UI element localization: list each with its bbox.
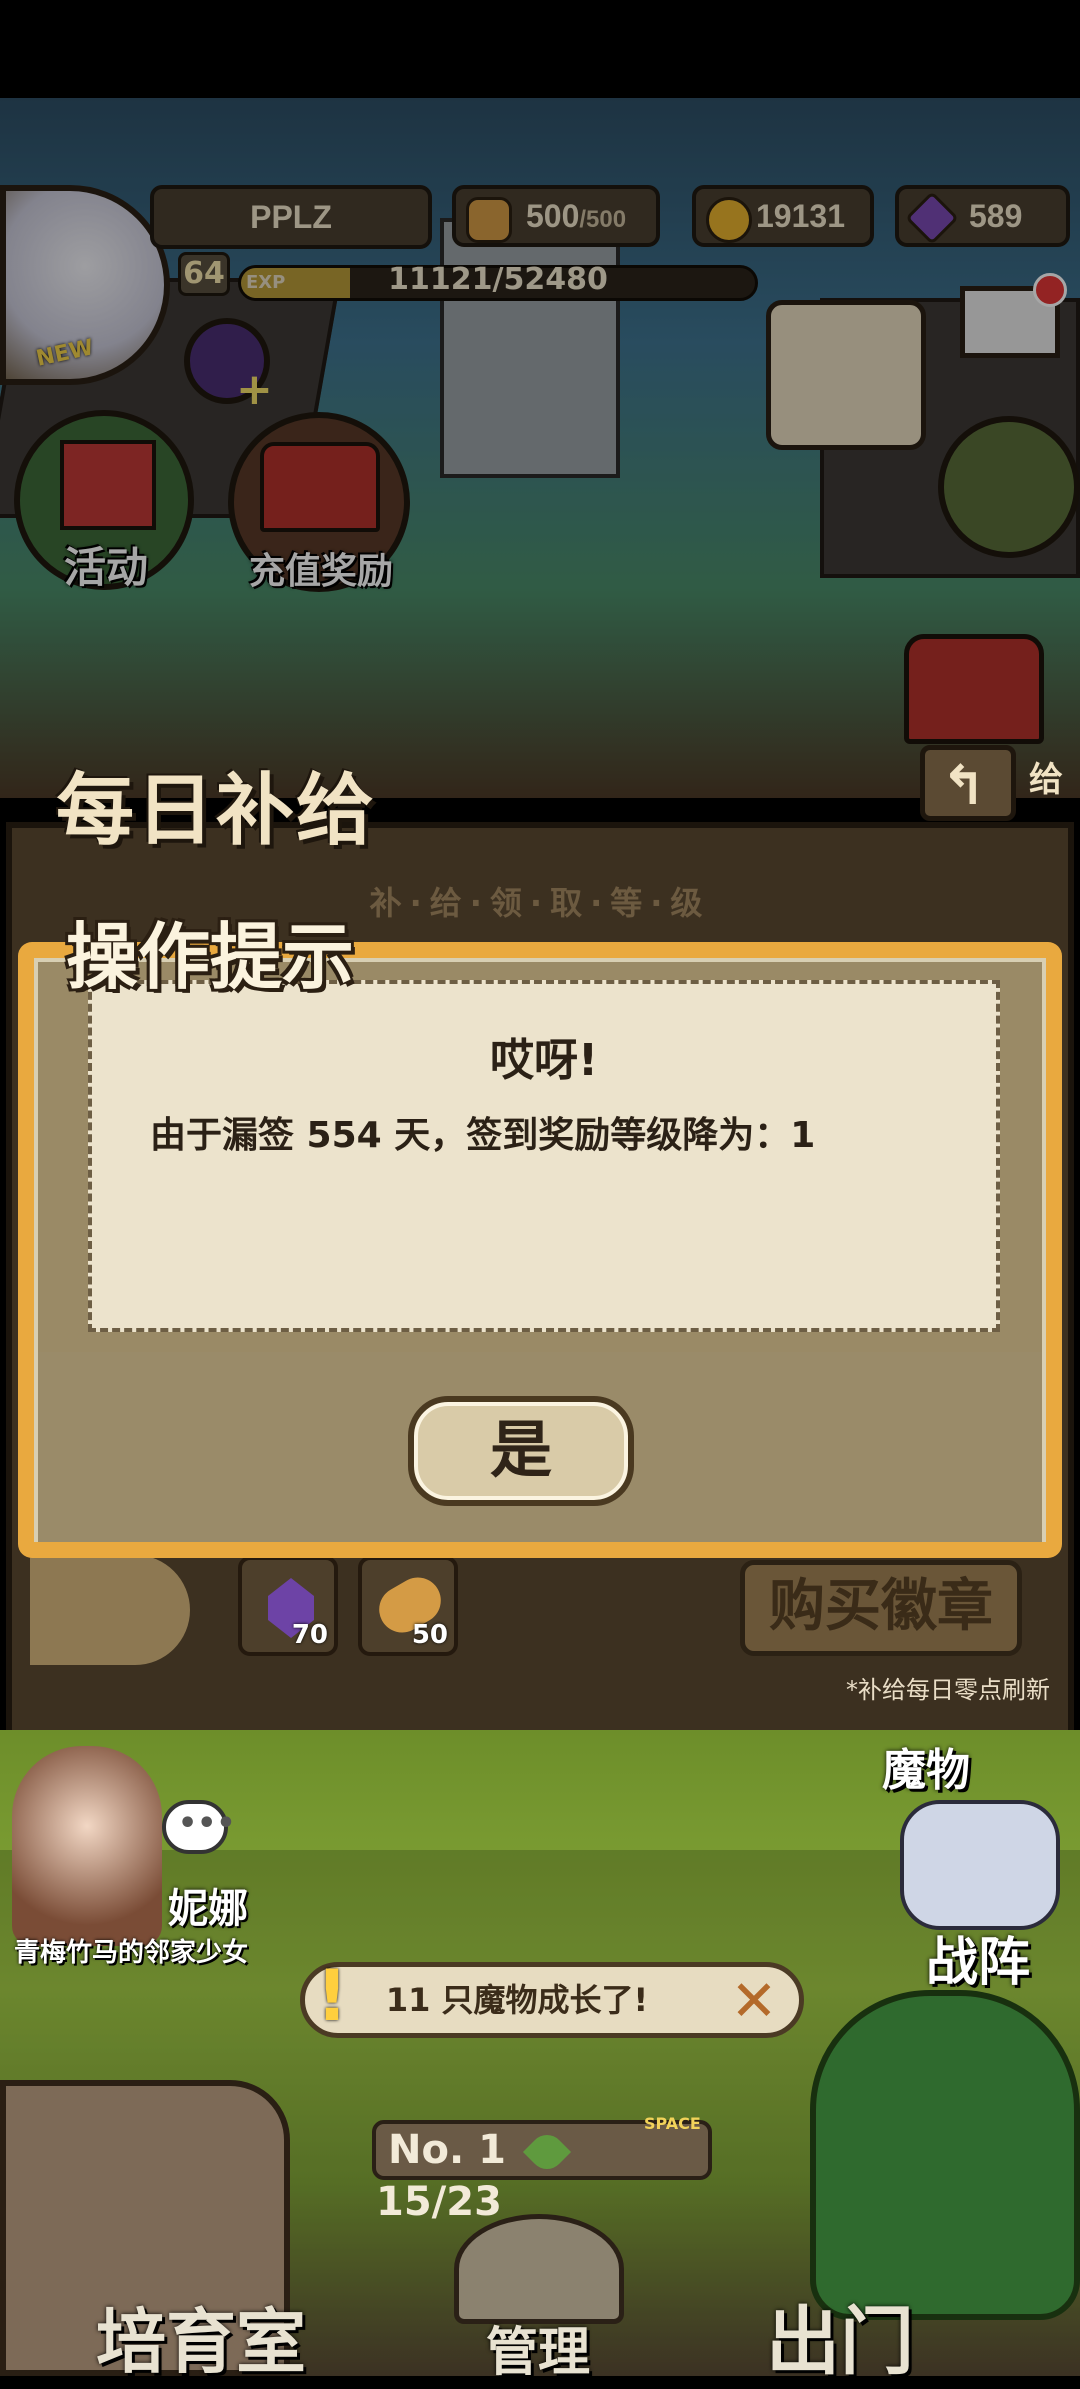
- tab-go-out[interactable]: 出门: [766, 2282, 914, 2389]
- forest-tree: [810, 1990, 1080, 2320]
- reward-count: 70: [291, 1620, 328, 1650]
- space-value: 15/23: [376, 2179, 502, 2225]
- dialog-heading: 哎呀!: [489, 1035, 599, 1086]
- dialog-title: 操作提示: [66, 915, 355, 999]
- rank-label: No. 1: [388, 2127, 506, 2173]
- exclamation-icon: !: [316, 1955, 348, 2037]
- monster-button[interactable]: 魔物: [882, 1734, 970, 1798]
- refresh-note: *补给每日零点刷新: [846, 1676, 1050, 1704]
- nina-portrait[interactable]: [12, 1746, 162, 1946]
- back-arrow-icon: ↰: [941, 754, 987, 817]
- daily-supply-back-button[interactable]: ↰ 给: [920, 745, 1063, 821]
- daily-supply-back-label: 给: [1029, 760, 1063, 800]
- buy-badge-button[interactable]: 购买徽章: [740, 1560, 1022, 1656]
- space-label: SPACE: [644, 2114, 701, 2133]
- tab-nursery[interactable]: 培育室: [96, 2286, 306, 2387]
- dialog-message: 由于漏签 554 天，签到奖励等级降为：1: [150, 1115, 816, 1156]
- character-description: 青梅竹马的邻家少女: [14, 1938, 249, 1968]
- dialog-paper: 哎呀! 由于漏签 554 天，签到奖励等级降为：1: [88, 980, 1000, 1332]
- key-icon: [454, 2214, 624, 2324]
- close-icon[interactable]: ✕: [728, 1974, 780, 2030]
- character-name: 妮娜: [168, 1886, 248, 1932]
- chat-bubble-icon[interactable]: •••: [162, 1800, 236, 1854]
- supply-emblem: [30, 1555, 190, 1665]
- status-bar: [0, 0, 1080, 98]
- tab-manage[interactable]: 管理: [486, 2310, 590, 2385]
- leaf-icon: [522, 2127, 571, 2177]
- reward-slot-gem: 70: [238, 1556, 338, 1656]
- monster-portrait: [900, 1800, 1060, 1930]
- daily-supply-title: 每日补给: [56, 766, 377, 856]
- confirm-yes-button[interactable]: 是: [408, 1396, 634, 1506]
- formation-button[interactable]: 战阵: [926, 1920, 1030, 1995]
- reward-slot-bread: 50: [358, 1556, 458, 1656]
- reward-count: 50: [411, 1620, 448, 1650]
- ellipsis-icon: •••: [178, 1806, 236, 1841]
